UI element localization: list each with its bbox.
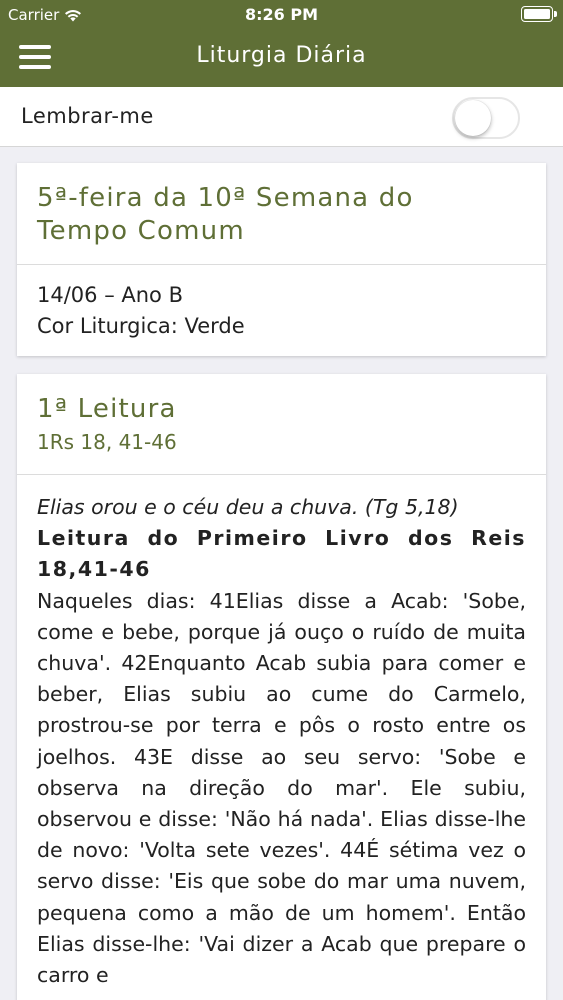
liturgical-color-line: Cor Liturgica: Verde <box>37 314 245 338</box>
reading-reference: 1Rs 18, 41-46 <box>37 430 177 454</box>
card-divider <box>17 264 546 265</box>
navigation-bar: Carrier 8:26 PM Liturgia Diária <box>0 0 563 87</box>
day-card: 5ª-feira da 10ª Semana do Tempo Comum 14… <box>17 163 546 356</box>
reminder-toggle[interactable] <box>452 97 520 139</box>
reading-text: Naqueles dias: 41Elias disse a Acab: 'So… <box>37 588 526 988</box>
date-line: 14/06 – Ano B <box>37 283 183 307</box>
battery-icon <box>521 6 557 22</box>
toggle-knob <box>455 100 491 136</box>
reading-card: 1ª Leitura 1Rs 18, 41-46 Elias orou e o … <box>17 374 546 1000</box>
reading-intro: Elias orou e o céu deu a chuva. (Tg 5,18… <box>37 495 459 519</box>
reading-book: Leitura do Primeiro Livro dos Reis 18,41… <box>37 526 526 582</box>
page-title: Liturgia Diária <box>196 43 367 68</box>
reading-title: 1ª Leitura <box>37 394 177 424</box>
day-title-line1: 5ª-feira da 10ª Semana do <box>37 183 414 213</box>
day-title-line2: Tempo Comum <box>37 216 245 246</box>
reading-body: Elias orou e o céu deu a chuva. (Tg 5,18… <box>37 492 526 991</box>
card-divider <box>17 474 546 475</box>
status-bar: Carrier 8:26 PM <box>0 0 563 30</box>
reminder-label: Lembrar-me <box>21 104 154 128</box>
status-time: 8:26 PM <box>244 5 318 24</box>
